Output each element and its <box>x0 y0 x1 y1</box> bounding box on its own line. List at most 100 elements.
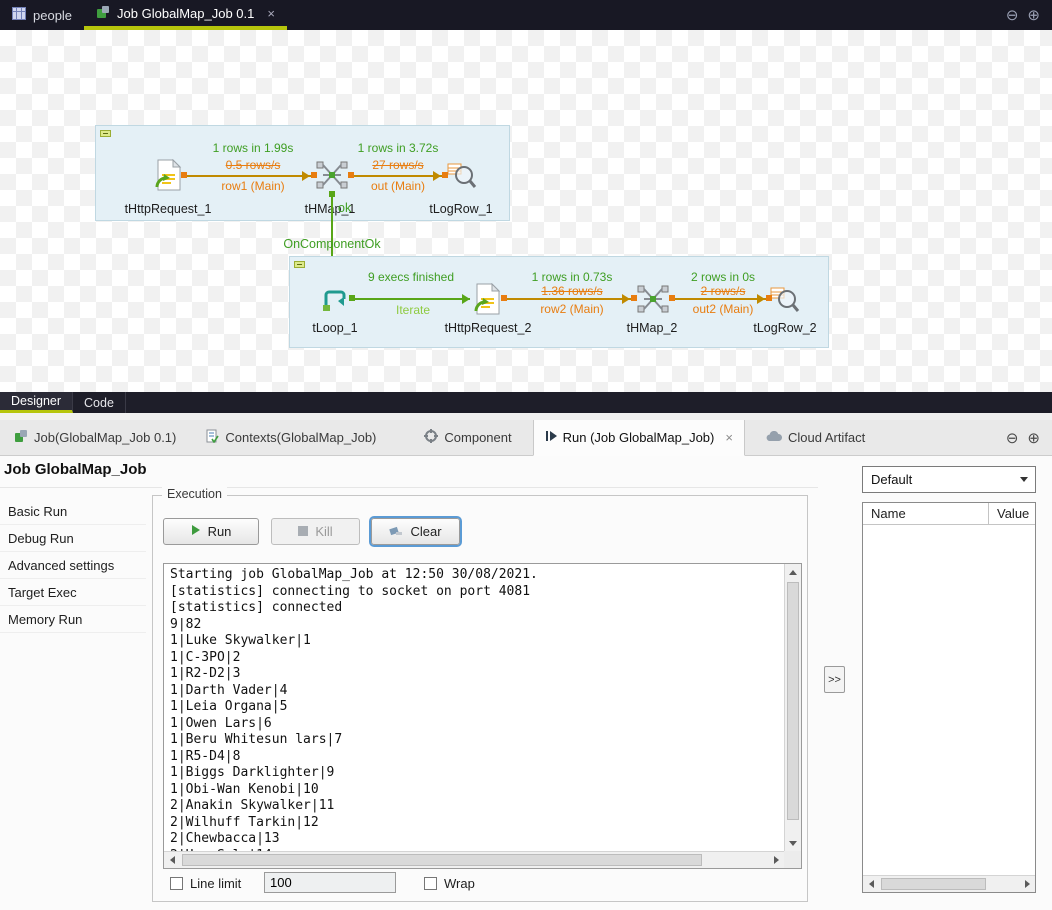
tab-people[interactable]: people <box>0 0 84 30</box>
maximize-icon[interactable]: ⊕ <box>1027 6 1040 24</box>
row-stat: 1 rows in 0.73s <box>510 270 634 284</box>
execution-console[interactable]: Starting job GlobalMap_Job at 12:50 30/0… <box>163 563 802 869</box>
button-label: Run <box>208 524 232 539</box>
row2-connection-line[interactable] <box>504 298 632 300</box>
scroll-left-icon[interactable] <box>164 852 180 868</box>
collapse-subjob2-button[interactable] <box>294 261 305 268</box>
button-label: Clear <box>410 524 441 539</box>
console-output: Starting job GlobalMap_Job at 12:50 30/0… <box>164 564 784 851</box>
trigger-label[interactable]: OnComponentOk <box>262 237 402 251</box>
tab-contexts-view[interactable]: Contexts(GlobalMap_Job) <box>195 420 387 455</box>
component-label[interactable]: tHttpRequest_1 <box>118 202 218 216</box>
tab-code[interactable]: Code <box>73 392 126 413</box>
row-rate: 2 rows/s <box>661 284 785 298</box>
run-view-content: Job GlobalMap_Job Basic RunDebug RunAdva… <box>0 456 1052 910</box>
line-limit-checkbox[interactable] <box>170 877 183 890</box>
out-connection-line[interactable] <box>351 175 444 177</box>
run-mode-item[interactable]: Memory Run <box>0 606 146 633</box>
run-mode-item[interactable]: Advanced settings <box>0 552 146 579</box>
scroll-left-icon[interactable] <box>863 876 879 892</box>
thttprequest-1-icon[interactable] <box>154 159 182 196</box>
tab-run-view[interactable]: Run (Job GlobalMap_Job) × <box>533 420 745 456</box>
component-label[interactable]: tLogRow_2 <box>735 321 835 335</box>
execution-legend: Execution <box>162 487 227 501</box>
job-design-canvas[interactable]: tHttpRequest_1 tHMap_1 tLogRow_1 1 rows … <box>0 30 1052 392</box>
context-variables-table[interactable]: Name Value <box>862 502 1036 893</box>
row-stat: 1 rows in 1.99s <box>191 141 315 155</box>
collapse-subjob1-button[interactable] <box>100 130 111 137</box>
scrollbar-thumb[interactable] <box>182 854 702 866</box>
connection-endpoint <box>348 172 354 178</box>
maximize-icon[interactable]: ⊕ <box>1027 429 1040 447</box>
tab-label: people <box>33 8 72 23</box>
designer-code-bar: Designer Code <box>0 392 1052 413</box>
iterate-connection-line[interactable] <box>352 298 470 300</box>
divider <box>0 413 1052 420</box>
console-line: 2|Chewbacca|13 <box>170 831 778 848</box>
tloop-1-icon[interactable] <box>320 284 350 319</box>
close-icon[interactable]: × <box>267 6 275 21</box>
kill-button[interactable]: Kill <box>271 518 360 545</box>
scroll-up-icon[interactable] <box>785 564 801 580</box>
divider <box>0 487 818 488</box>
tab-job-globalmap[interactable]: Job GlobalMap_Job 0.1 × <box>84 0 287 30</box>
line-limit-input[interactable] <box>264 872 396 893</box>
trigger-short-label[interactable]: ok <box>338 201 351 215</box>
scroll-right-icon[interactable] <box>768 852 784 868</box>
row-name[interactable]: out (Main) <box>336 179 460 193</box>
scroll-right-icon[interactable] <box>1019 876 1035 892</box>
clear-icon <box>389 524 403 540</box>
connection-endpoint <box>501 295 507 301</box>
run-button[interactable]: Run <box>163 518 259 545</box>
clear-button[interactable]: Clear <box>371 518 460 545</box>
component-label[interactable]: tHMap_2 <box>602 321 702 335</box>
line-limit-label: Line limit <box>190 876 241 891</box>
scrollbar-thumb[interactable] <box>787 582 799 820</box>
tab-label: Contexts(GlobalMap_Job) <box>225 430 376 445</box>
page-title: Job GlobalMap_Job <box>4 461 147 478</box>
run-mode-item[interactable]: Debug Run <box>0 525 146 552</box>
row-rate: 0.5 rows/s <box>191 158 315 172</box>
row-name[interactable]: out2 (Main) <box>661 302 785 316</box>
console-line: 1|Beru Whitesun lars|7 <box>170 732 778 749</box>
tab-cloud-artifact[interactable]: Cloud Artifact <box>755 420 876 455</box>
row-name[interactable]: Iterate <box>353 303 473 317</box>
console-line: [statistics] connected <box>170 600 778 617</box>
row-rate: 1.36 rows/s <box>510 284 634 298</box>
thttprequest-2-icon[interactable] <box>473 283 501 320</box>
close-icon[interactable]: × <box>725 430 733 445</box>
out2-connection-line[interactable] <box>672 298 766 300</box>
wrap-checkbox[interactable] <box>424 877 437 890</box>
tab-component-view[interactable]: Component <box>413 420 522 455</box>
row-name[interactable]: row1 (Main) <box>191 179 315 193</box>
tab-job-view[interactable]: Job(GlobalMap_Job 0.1) <box>4 420 187 455</box>
run-mode-item[interactable]: Target Exec <box>0 579 146 606</box>
console-vertical-scrollbar[interactable] <box>784 564 801 851</box>
expand-context-panel-button[interactable]: >> <box>824 666 845 693</box>
tab-label: Component <box>444 430 511 445</box>
console-line: 1|R2-D2|3 <box>170 666 778 683</box>
scrollbar-thumb[interactable] <box>881 878 986 890</box>
minimize-icon[interactable]: ⊖ <box>1006 429 1019 447</box>
console-line: [statistics] connecting to socket on por… <box>170 584 778 601</box>
context-select[interactable]: Default <box>862 466 1036 493</box>
cloud-icon <box>766 430 782 445</box>
component-label[interactable]: tHttpRequest_2 <box>438 321 538 335</box>
scroll-down-icon[interactable] <box>785 835 801 851</box>
component-label[interactable]: tLoop_1 <box>285 321 385 335</box>
console-horizontal-scrollbar[interactable] <box>164 851 784 868</box>
component-label[interactable]: tLogRow_1 <box>411 202 511 216</box>
row-name[interactable]: row2 (Main) <box>510 302 634 316</box>
view-tab-bar: Job(GlobalMap_Job 0.1) Contexts(GlobalMa… <box>0 420 1052 456</box>
context-selected-value: Default <box>863 472 1013 487</box>
row1-connection-line[interactable] <box>184 175 312 177</box>
row-rate: 27 rows/s <box>336 158 460 172</box>
tab-label: Job GlobalMap_Job 0.1 <box>117 6 254 21</box>
minimize-icon[interactable]: ⊖ <box>1006 6 1019 24</box>
tab-designer[interactable]: Designer <box>0 392 73 413</box>
view-bar-controls: ⊖ ⊕ <box>1006 420 1052 455</box>
console-line: 1|Biggs Darklighter|9 <box>170 765 778 782</box>
run-mode-item[interactable]: Basic Run <box>0 498 146 525</box>
table-horizontal-scrollbar[interactable] <box>863 875 1035 892</box>
component-label[interactable]: tHMap_1 <box>280 202 380 216</box>
